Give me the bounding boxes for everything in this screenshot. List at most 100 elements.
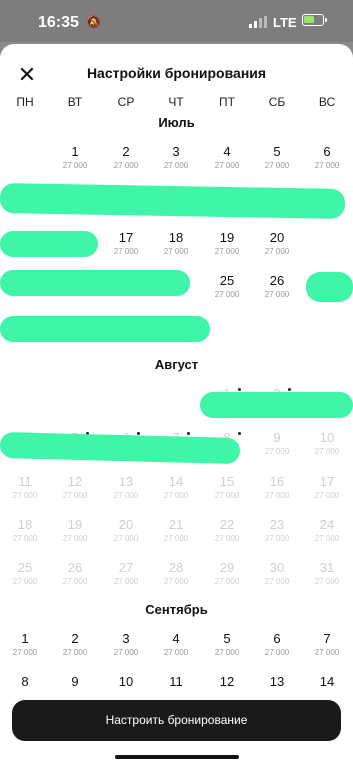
calendar-day[interactable]: 16 27 000 [254,474,300,510]
calendar-day[interactable]: 19 27 000 [52,517,98,553]
day-number: 1 [71,144,79,159]
calendar-day[interactable]: 7 27 000 [304,631,350,667]
calendar-day[interactable]: 18 27 000 [2,517,48,553]
day-price: 27 000 [163,534,189,543]
day-number: 12 [67,474,83,489]
page-title: Настройки бронирования [86,65,267,81]
day-number: 18 [168,230,184,245]
day-price: 27 000 [264,491,290,500]
day-price: 27 000 [214,534,240,543]
day-number: 14 [168,474,184,489]
day-price: 27 000 [264,161,290,170]
day-price: 27 000 [62,491,88,500]
weekday-label: ПТ [219,95,235,109]
calendar-day[interactable]: 3 27 000 [103,631,149,667]
calendar-day[interactable]: 20 27 000 [254,230,300,266]
day-number: 26 [269,273,285,288]
day-number: 29 [219,560,235,575]
day-price: 27 000 [264,577,290,586]
day-price: 27 000 [62,161,88,170]
calendar-day[interactable]: 22 27 000 [204,517,250,553]
calendar-day[interactable]: 6 27 000 [254,631,300,667]
calendar-day[interactable]: 31 27 000 [304,560,350,596]
day-number: 9 [273,430,281,445]
day-price: 27 000 [163,491,189,500]
day-number: 8 [21,674,29,689]
weekday-label: СБ [268,95,286,109]
day-number: 26 [67,560,83,575]
calendar-day[interactable]: 2 27 000 [52,631,98,667]
redaction-scribble [0,316,210,342]
day-price: 27 000 [214,577,240,586]
month-title: Июль [158,115,195,130]
day-number: 13 [269,674,285,689]
calendar-day[interactable]: 19 27 000 [204,230,250,266]
calendar-day[interactable]: 2 27 000 [103,144,149,180]
day-price: 27 000 [113,648,139,657]
calendar-day[interactable]: 25 27 000 [204,273,250,309]
day-number: 21 [168,517,184,532]
home-indicator [115,755,239,759]
day-price: 27 000 [62,648,88,657]
redaction-scribble [0,231,98,257]
calendar-day[interactable]: 26 27 000 [254,273,300,309]
booking-dot-icon [288,388,291,391]
day-number: 15 [219,474,235,489]
calendar-day[interactable]: 27 27 000 [103,560,149,596]
calendar-day[interactable]: 3 27 000 [153,144,199,180]
calendar-day[interactable]: 5 27 000 [204,631,250,667]
calendar-day[interactable]: 17 27 000 [103,230,149,266]
calendar-day[interactable]: 10 27 000 [304,430,350,466]
day-number: 4 [172,631,180,646]
calendar-day[interactable]: 4 27 000 [204,144,250,180]
calendar-day[interactable]: 29 27 000 [204,560,250,596]
day-price: 27 000 [314,577,340,586]
calendar-day[interactable]: 13 27 000 [103,474,149,510]
status-bar: 16:35 🔕 LTE [0,0,353,42]
weekday-header: ПН ВТ СР ЧТ ПТ СБ ВС [0,95,353,113]
calendar-day[interactable]: 28 27 000 [153,560,199,596]
calendar-day[interactable]: 26 27 000 [52,560,98,596]
day-price: 27 000 [214,491,240,500]
calendar-day[interactable]: 1 27 000 [52,144,98,180]
calendar-day[interactable]: 24 27 000 [304,517,350,553]
calendar-day[interactable]: 17 27 000 [304,474,350,510]
booking-dot-icon [238,388,241,391]
calendar-day[interactable]: 25 27 000 [2,560,48,596]
day-price: 27 000 [264,290,290,299]
calendar-day[interactable]: 18 27 000 [153,230,199,266]
weekday-label: ЧТ [168,95,184,109]
booking-settings-sheet: ✕ Настройки бронирования ПН ВТ СР ЧТ ПТ СБ ВС … [0,44,353,767]
calendar-day[interactable]: 20 27 000 [103,517,149,553]
calendar-day[interactable]: 14 27 000 [153,474,199,510]
day-number: 1 [21,631,29,646]
day-number: 30 [269,560,285,575]
day-price: 27 000 [214,247,240,256]
day-number: 14 [319,674,335,689]
day-number: 3 [172,144,180,159]
day-price: 27 000 [264,648,290,657]
booking-dot-icon [238,432,241,435]
day-price: 27 000 [314,161,340,170]
calendar-day[interactable]: 5 27 000 [254,144,300,180]
day-number: 19 [219,230,235,245]
calendar-day[interactable]: 9 27 000 [254,430,300,466]
calendar-day[interactable]: 11 27 000 [2,474,48,510]
calendar-day[interactable]: 6 27 000 [304,144,350,180]
day-number: 9 [71,674,79,689]
day-price: 27 000 [12,648,38,657]
calendar-day[interactable]: 12 27 000 [52,474,98,510]
configure-booking-button[interactable]: Настроить бронирование [12,700,341,741]
calendar-day[interactable]: 4 27 000 [153,631,199,667]
calendar-day[interactable]: 30 27 000 [254,560,300,596]
calendar-day[interactable]: 23 27 000 [254,517,300,553]
signal-icon [249,16,267,28]
calendar-day[interactable]: 21 27 000 [153,517,199,553]
day-price: 27 000 [214,161,240,170]
day-number: 27 [118,560,134,575]
calendar-day[interactable]: 15 27 000 [204,474,250,510]
mute-bell-icon: 🔕 [86,15,101,29]
weekday-label: СР [117,95,135,109]
calendar-day[interactable]: 1 27 000 [2,631,48,667]
day-number: 2 [71,631,79,646]
